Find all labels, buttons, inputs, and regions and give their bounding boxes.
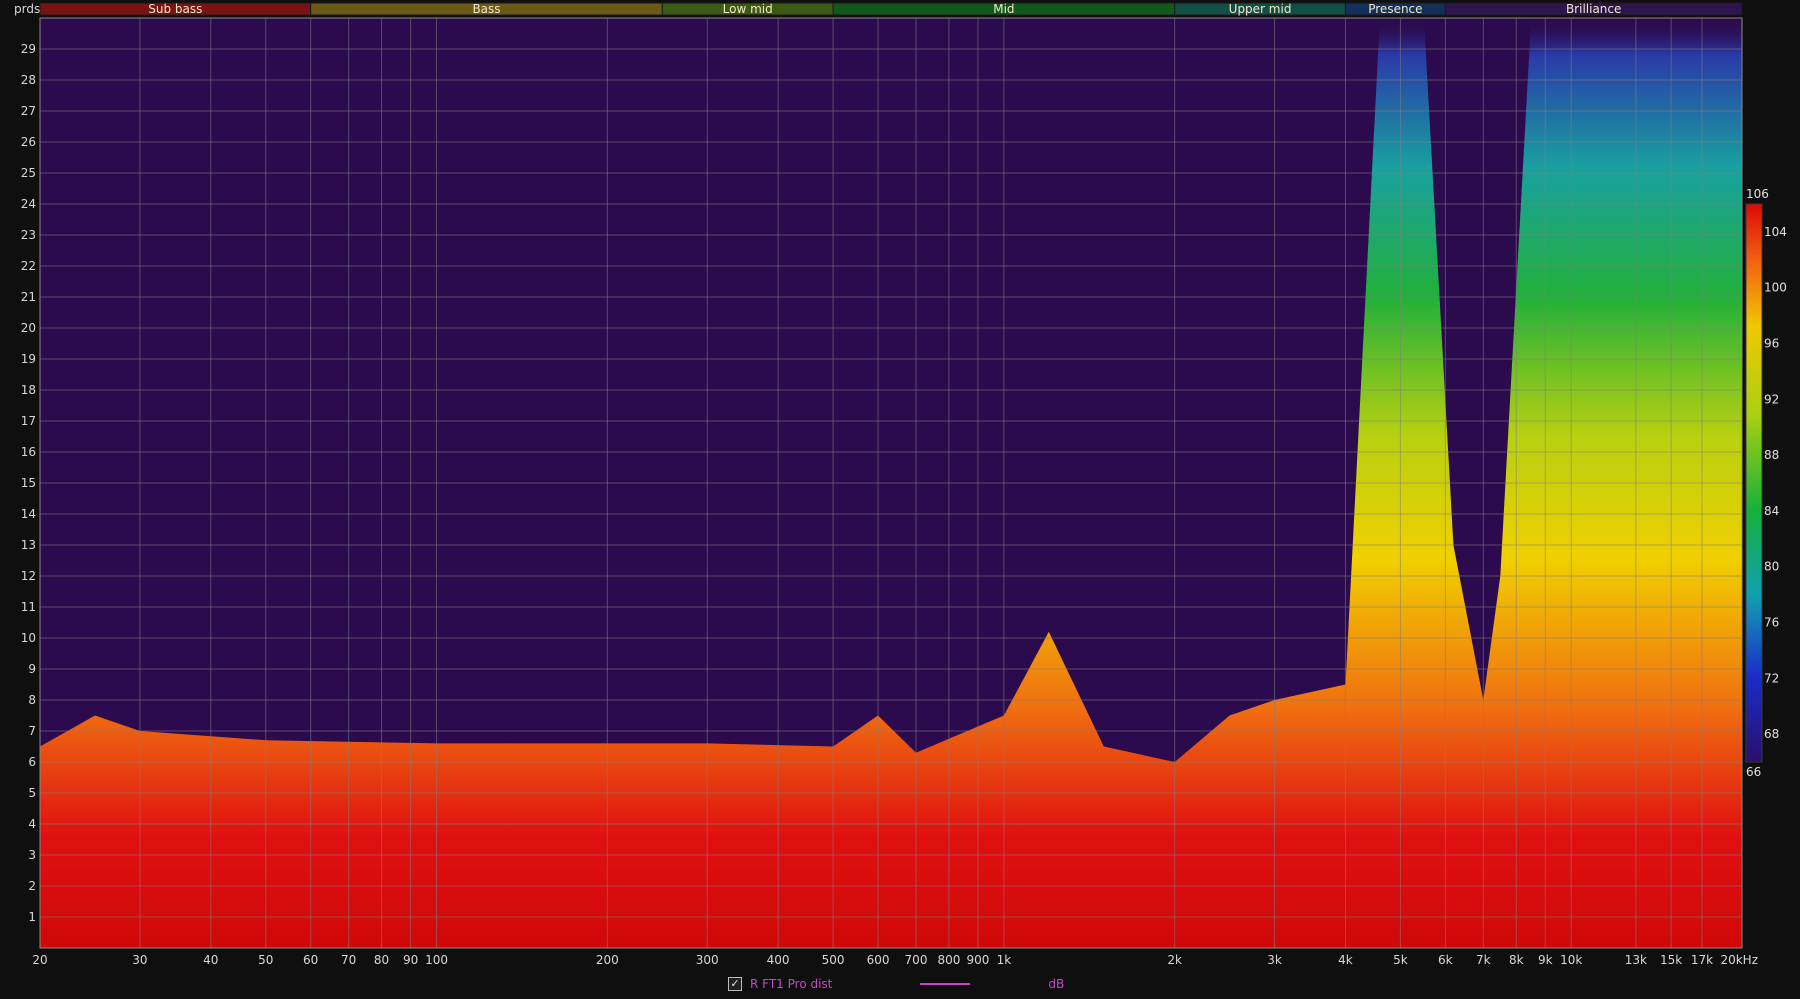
y-tick-label-19: 20: [21, 321, 36, 335]
x-tick-label-25: 9k: [1538, 953, 1553, 967]
y-tick-label-4: 5: [28, 786, 36, 800]
x-tick-label-24: 8k: [1509, 953, 1524, 967]
legend: ✓ R FT1 Pro dist dB: [728, 975, 1064, 993]
y-tick-label-28: 29: [21, 42, 36, 56]
colorbar-gradient: [1745, 203, 1763, 763]
colorbar-label-11: 106: [1746, 187, 1769, 201]
x-tick-label-5: 70: [341, 953, 356, 967]
x-tick-label-21: 5k: [1393, 953, 1408, 967]
x-tick-label-4: 60: [303, 953, 318, 967]
x-tick-label-2: 40: [203, 953, 218, 967]
series-checkbox[interactable]: ✓: [728, 977, 742, 991]
y-tick-label-27: 28: [21, 73, 36, 87]
x-tick-label-23: 7k: [1476, 953, 1491, 967]
y-tick-label-2: 3: [28, 848, 36, 862]
colorbar-label-7: 92: [1764, 392, 1779, 406]
x-tick-label-10: 300: [696, 953, 719, 967]
band-label-5: Presence: [1368, 2, 1422, 16]
y-tick-label-20: 21: [21, 290, 36, 304]
y-tick-label-16: 17: [21, 414, 36, 428]
y-tick-label-11: 12: [21, 569, 36, 583]
colorbar-label-5: 84: [1764, 504, 1779, 518]
x-tick-label-18: 2k: [1167, 953, 1182, 967]
colorbar-label-2: 72: [1764, 671, 1779, 685]
colorbar-label-10: 104: [1764, 225, 1787, 239]
x-tick-label-19: 3k: [1267, 953, 1282, 967]
x-tick-label-22: 6k: [1438, 953, 1453, 967]
x-tick-label-28: 15k: [1660, 953, 1682, 967]
y-tick-label-0: 1: [28, 910, 36, 924]
x-tick-label-7: 90: [403, 953, 418, 967]
x-tick-label-20: 4k: [1338, 953, 1353, 967]
y-tick-label-17: 18: [21, 383, 36, 397]
x-tick-label-27: 13k: [1625, 953, 1647, 967]
y-tick-label-24: 25: [21, 166, 36, 180]
x-tick-label-11: 400: [767, 953, 790, 967]
frequency-bands: Sub bass Bass Low mid Mid Upper mid Presence B…: [39, 2, 1743, 16]
waterfall-chart: Sub bass Bass Low mid Mid Upper mid Presence B…: [14, 2, 1787, 967]
y-tick-label-10: 11: [21, 600, 36, 614]
y-tick-label-3: 4: [28, 817, 36, 831]
series-line-swatch: [920, 983, 971, 985]
y-tick-label-8: 9: [28, 662, 36, 676]
colorbar: 66 68 72 76 80 84 88 92 96 100 104 106: [1745, 187, 1787, 779]
band-label-4: Upper mid: [1229, 2, 1292, 16]
colorbar-label-3: 76: [1764, 616, 1779, 630]
x-tick-label-12: 500: [822, 953, 845, 967]
y-tick-label-15: 16: [21, 445, 36, 459]
colorbar-label-6: 88: [1764, 448, 1779, 462]
y-axis-ticks: 1234567891011121314151617181920212223242…: [21, 42, 36, 924]
x-tick-label-9: 200: [596, 953, 619, 967]
colorbar-label-0: 66: [1746, 765, 1761, 779]
y-tick-label-21: 22: [21, 259, 36, 273]
y-tick-label-22: 23: [21, 228, 36, 242]
colorbar-label-8: 96: [1764, 337, 1779, 351]
x-tick-label-30: 20kHz: [1720, 953, 1758, 967]
x-tick-label-0: 20: [32, 953, 47, 967]
x-tick-label-3: 50: [258, 953, 273, 967]
y-tick-label-1: 2: [28, 879, 36, 893]
y-tick-label-13: 14: [21, 507, 36, 521]
x-tick-label-15: 800: [937, 953, 960, 967]
y-tick-label-6: 7: [28, 724, 36, 738]
y-axis-unit-label: prds: [14, 2, 40, 16]
band-label-1: Bass: [472, 2, 500, 16]
colorbar-label-9: 100: [1764, 281, 1787, 295]
y-tick-label-26: 27: [21, 104, 36, 118]
x-tick-label-1: 30: [132, 953, 147, 967]
band-label-6: Brilliance: [1566, 2, 1621, 16]
x-tick-label-13: 600: [867, 953, 890, 967]
y-tick-label-25: 26: [21, 135, 36, 149]
y-tick-label-5: 6: [28, 755, 36, 769]
x-tick-label-14: 700: [905, 953, 928, 967]
band-label-2: Low mid: [723, 2, 773, 16]
x-tick-label-8: 100: [425, 953, 448, 967]
band-label-3: Mid: [993, 2, 1014, 16]
x-axis-ticks: 20 30 40 50 60 70 80 90 100 200 300 400 500 600 700 800…: [32, 953, 1758, 967]
y-tick-label-14: 15: [21, 476, 36, 490]
unit-label: dB: [1048, 977, 1065, 991]
x-tick-label-17: 1k: [997, 953, 1012, 967]
y-tick-label-23: 24: [21, 197, 36, 211]
x-tick-label-29: 17k: [1691, 953, 1713, 967]
x-tick-label-16: 900: [966, 953, 989, 967]
band-label-0: Sub bass: [148, 2, 202, 16]
x-tick-label-26: 10k: [1560, 953, 1582, 967]
colorbar-label-4: 80: [1764, 560, 1779, 574]
y-tick-label-9: 10: [21, 631, 36, 645]
y-tick-label-18: 19: [21, 352, 36, 366]
y-tick-label-12: 13: [21, 538, 36, 552]
y-tick-label-7: 8: [28, 693, 36, 707]
colorbar-label-1: 68: [1764, 727, 1779, 741]
x-tick-label-6: 80: [374, 953, 389, 967]
series-name[interactable]: R FT1 Pro dist: [750, 977, 832, 991]
